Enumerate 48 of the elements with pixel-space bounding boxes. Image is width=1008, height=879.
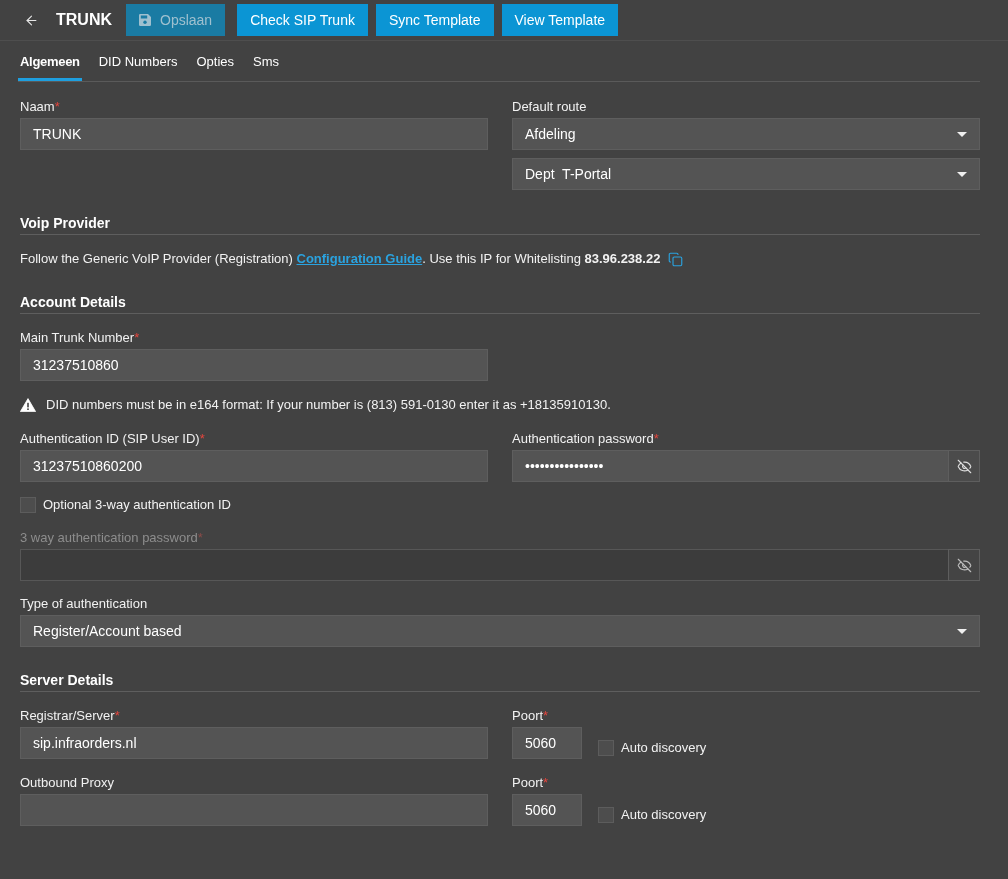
- eye-off-icon: [956, 557, 972, 573]
- caret-down-icon: [957, 131, 967, 137]
- checkbox-label: Optional 3-way authentication ID: [43, 497, 231, 513]
- warning-icon: [20, 398, 36, 412]
- copy-icon[interactable]: [668, 251, 684, 267]
- checkbox[interactable]: [20, 497, 36, 513]
- checkbox[interactable]: [598, 807, 614, 823]
- page-title: TRUNK: [56, 11, 112, 29]
- dropdown-select[interactable]: Dept T-Portal: [512, 158, 980, 190]
- checkbox[interactable]: [598, 740, 614, 756]
- tab[interactable]: Opties: [194, 41, 237, 81]
- trunk-number-field[interactable]: 31237510860: [20, 349, 488, 381]
- caret-down-icon: [957, 171, 967, 177]
- field-label: Type of authentication: [20, 596, 149, 612]
- arrow-left-icon[interactable]: [24, 12, 39, 28]
- visibility-toggle-button[interactable]: [948, 450, 980, 482]
- auth-id-field[interactable]: 31237510860200: [20, 450, 488, 482]
- tab[interactable]: Sms: [251, 41, 282, 81]
- section-heading: Voip Provider: [20, 215, 980, 235]
- field-label: Authentication ID (SIP User ID)*: [20, 431, 206, 447]
- section-heading: Account Details: [20, 294, 980, 314]
- field-label: Naam*: [20, 99, 61, 115]
- field-label: Default route: [512, 99, 588, 115]
- caret-down-icon: [957, 628, 967, 634]
- tab[interactable]: DID Numbers: [96, 41, 180, 81]
- dropdown-select[interactable]: Register/Account based: [20, 615, 980, 647]
- password-field[interactable]: ••••••••••••••••: [512, 450, 949, 482]
- dropdown-select[interactable]: Afdeling: [512, 118, 980, 150]
- field-label: 3 way authentication password*: [20, 530, 204, 546]
- section-heading: Server Details: [20, 672, 980, 692]
- name-field[interactable]: TRUNK: [20, 118, 488, 150]
- visibility-toggle-button[interactable]: [948, 549, 980, 581]
- field-label: Main Trunk Number*: [20, 330, 141, 346]
- checkbox-label: Auto discovery: [621, 807, 707, 823]
- tab[interactable]: Algemeen: [18, 41, 82, 81]
- warning-text: DID numbers must be in e164 format: If your number is (813) 591-0130 enter it as +18135910130.: [46, 397, 611, 413]
- field-label: Poort*: [512, 775, 550, 791]
- field-label: Poort*: [512, 708, 550, 724]
- eye-off-icon: [956, 458, 972, 474]
- server-field[interactable]: [20, 794, 488, 826]
- field-label: Registrar/Server*: [20, 708, 121, 724]
- port-field[interactable]: 5060: [512, 727, 582, 759]
- server-field[interactable]: sip.infraorders.nl: [20, 727, 488, 759]
- field-label: Authentication password*: [512, 431, 660, 447]
- info-text: Follow the Generic VoIP Provider (Registration) Configuration Guide. Use this IP for Whitelisting 83.96.238.22: [20, 251, 661, 267]
- field-label: Outbound Proxy: [20, 775, 115, 791]
- port-field[interactable]: 5060: [512, 794, 582, 826]
- checkbox-label: Auto discovery: [621, 740, 707, 756]
